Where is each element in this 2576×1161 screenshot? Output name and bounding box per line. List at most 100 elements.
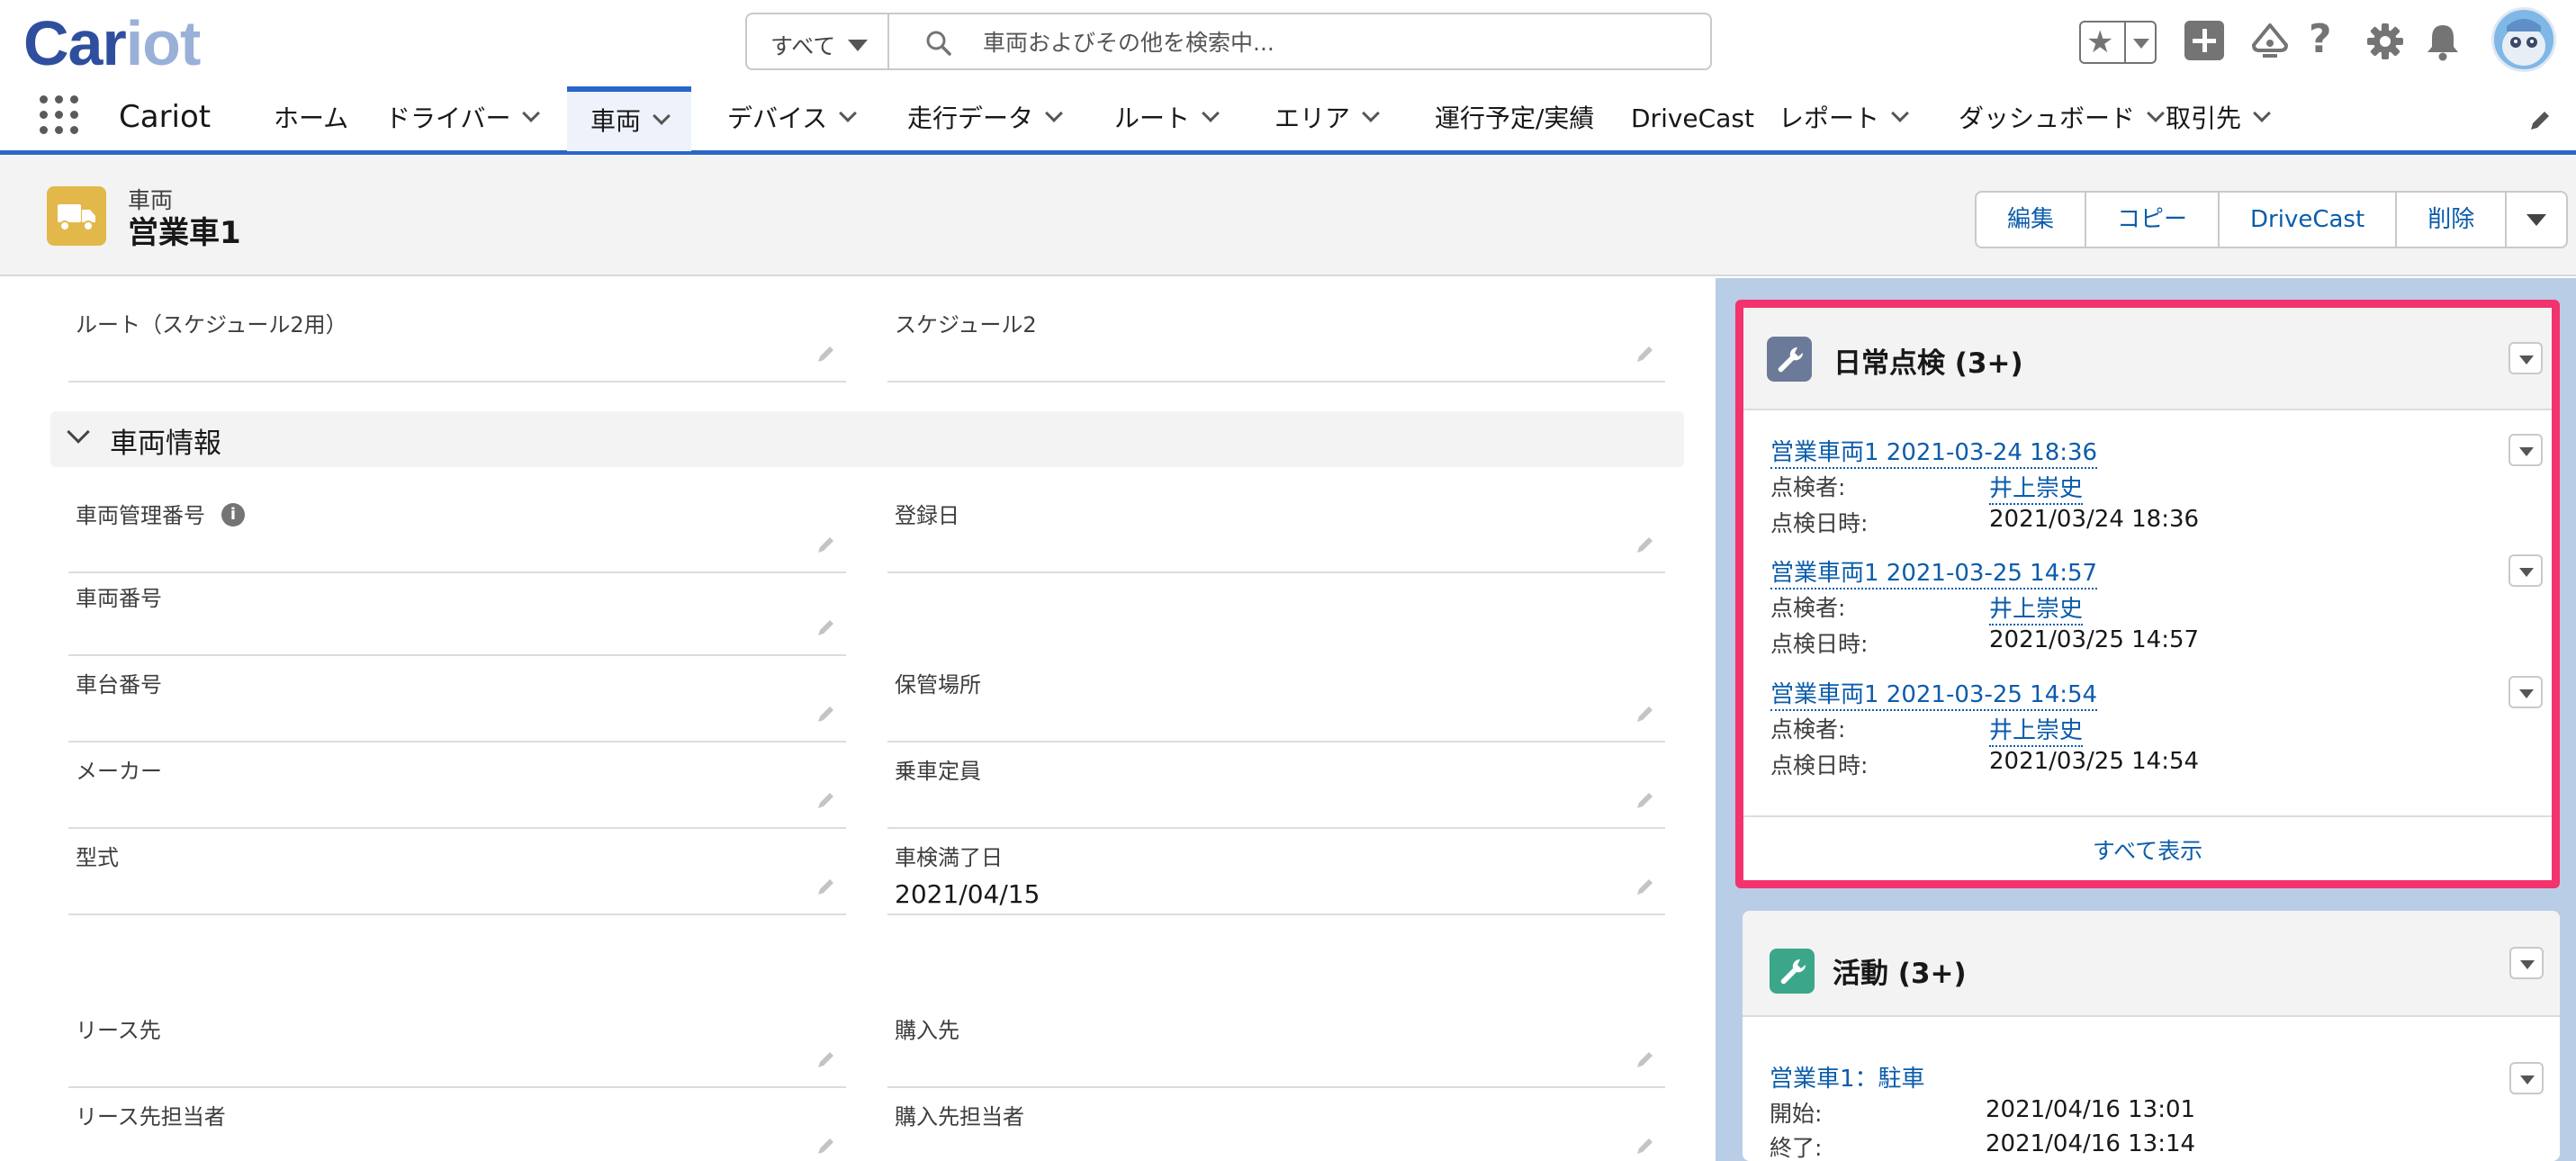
global-search[interactable] <box>887 13 1712 70</box>
nav-item-operation-plan[interactable]: 運行予定/実績 <box>1435 86 1594 151</box>
copy-button[interactable]: コピー <box>2086 193 2220 247</box>
global-actions-add-icon[interactable] <box>2184 21 2224 60</box>
truck-icon <box>47 186 106 246</box>
chevron-down-icon[interactable] <box>1362 104 1380 122</box>
section-header-vehicle-info[interactable]: 車両情報 <box>50 411 1684 467</box>
field-maker: メーカー <box>68 742 846 829</box>
nav-item-label: ホーム <box>274 104 349 133</box>
nav-item-vehicles[interactable]: 車両 <box>567 86 692 151</box>
inspection-datetime-value: 2021/03/25 14:54 <box>1989 748 2200 775</box>
chevron-down-icon[interactable] <box>839 104 858 122</box>
activity-end-label: 終了: <box>1770 1135 1823 1161</box>
nav-item-home[interactable]: ホーム <box>274 86 348 151</box>
card-title[interactable]: 活動 (3+) <box>1833 950 1967 991</box>
help-icon[interactable]: ? <box>2309 16 2332 62</box>
favorites-button[interactable]: ★ <box>2079 21 2157 64</box>
row-menu-button[interactable] <box>2508 554 2543 587</box>
chevron-down-icon[interactable] <box>522 104 541 122</box>
field-lessor: リース先 <box>68 1002 846 1088</box>
search-scope-dropdown[interactable]: すべて <box>745 13 889 70</box>
chevron-down-icon[interactable] <box>2253 104 2271 122</box>
inspector-link[interactable]: 井上崇史 <box>1989 590 2084 626</box>
nav-item-routes[interactable]: ルート <box>1114 86 1220 151</box>
edit-pencil-icon[interactable] <box>815 616 837 642</box>
chevron-down-icon[interactable] <box>653 107 671 125</box>
edit-pencil-icon[interactable] <box>1635 876 1656 901</box>
field-label: 車台番号 <box>76 672 162 698</box>
chevron-down-icon <box>67 420 90 444</box>
inspection-record-link[interactable]: 営業車両1 2021-03-25 14:54 <box>1770 676 2098 711</box>
edit-pencil-icon[interactable] <box>815 534 837 559</box>
field-label: リース先 <box>76 1018 161 1043</box>
chevron-down-icon[interactable] <box>2133 39 2149 49</box>
edit-pencil-icon[interactable] <box>1635 1048 1656 1074</box>
activity-record-link[interactable]: 営業車1：駐車 <box>1770 1060 1925 1094</box>
edit-pencil-icon[interactable] <box>1635 703 1656 728</box>
edit-button[interactable]: 編集 <box>1977 193 2087 247</box>
chevron-down-icon <box>848 40 868 51</box>
edit-pencil-icon[interactable] <box>815 789 837 814</box>
row-menu-button[interactable] <box>2508 676 2543 708</box>
nav-item-driving-data[interactable]: 走行データ <box>907 86 1063 151</box>
row-menu-button[interactable] <box>2508 434 2543 466</box>
app-launcher-icon[interactable] <box>40 95 79 135</box>
chevron-down-icon[interactable] <box>2147 104 2165 122</box>
edit-pencil-icon[interactable] <box>815 1048 837 1074</box>
inspection-datetime-label: 点検日時: <box>1770 752 1869 778</box>
nav-item-drivecast[interactable]: DriveCast <box>1631 86 1754 151</box>
card-menu-button[interactable] <box>2509 947 2544 979</box>
info-icon[interactable]: i <box>221 503 245 526</box>
edit-pencil-icon[interactable] <box>815 1135 837 1160</box>
search-input[interactable] <box>983 25 1667 59</box>
nav-item-drivers[interactable]: ドライバー <box>385 86 541 151</box>
notification-bell-icon[interactable] <box>2421 20 2464 67</box>
chevron-down-icon[interactable] <box>1045 104 1063 122</box>
user-avatar[interactable] <box>2491 7 2556 72</box>
inspector-link[interactable]: 井上崇史 <box>1989 712 2084 747</box>
inspector-link[interactable]: 井上崇史 <box>1989 470 2084 505</box>
edit-pencil-icon[interactable] <box>815 343 837 368</box>
chevron-down-icon[interactable] <box>1891 104 1909 122</box>
nav-item-devices[interactable]: デバイス <box>727 86 858 151</box>
activity-end-value: 2021/04/16 13:14 <box>1986 1130 2196 1157</box>
field-label: 車検満了日 <box>895 845 1003 870</box>
edit-nav-pencil-icon[interactable] <box>2527 108 2553 137</box>
delete-button[interactable]: 削除 <box>2397 193 2508 247</box>
field-value: 2021/04/15 <box>895 879 1040 909</box>
edit-pencil-icon[interactable] <box>1635 789 1656 814</box>
edit-pencil-icon[interactable] <box>1635 343 1656 368</box>
nav-item-label: ルート <box>1114 104 1191 133</box>
inspection-datetime-value: 2021/03/24 18:36 <box>1989 506 2200 533</box>
card-header: 活動 (3+) <box>1743 911 2560 1017</box>
card-menu-button[interactable] <box>2508 342 2543 374</box>
trailhead-icon[interactable] <box>2248 20 2292 67</box>
cariot-logo[interactable]: Cariot <box>23 7 201 79</box>
edit-pencil-icon[interactable] <box>815 703 837 728</box>
chevron-down-icon[interactable] <box>1202 104 1220 122</box>
field-vehicle-number: 車両番号 <box>68 570 846 656</box>
nav-item-reports[interactable]: レポート <box>1779 86 1909 151</box>
nav-item-label: 取引先 <box>2166 104 2242 133</box>
inspector-label: 点検者: <box>1770 474 1846 500</box>
row-menu-button[interactable] <box>2509 1062 2544 1094</box>
field-schedule2: スケジュール2 <box>887 296 1665 382</box>
daily-inspection-related-list: 日常点検 (3+) 営業車両1 2021-03-24 18:36 点検者: 井上… <box>1735 300 2560 888</box>
edit-pencil-icon[interactable] <box>1635 534 1656 559</box>
card-title[interactable]: 日常点検 (3+) <box>1833 340 2023 381</box>
section-title: 車両情報 <box>110 428 221 460</box>
nav-item-label: ダッシュボード <box>1959 104 2136 133</box>
nav-item-areas[interactable]: エリア <box>1274 86 1380 151</box>
gear-icon[interactable] <box>2364 20 2407 67</box>
inspection-record-link[interactable]: 営業車両1 2021-03-24 18:36 <box>1770 434 2098 469</box>
edit-pencil-icon[interactable] <box>1635 1135 1656 1160</box>
view-all-link[interactable]: すべて表示 <box>1743 833 2552 866</box>
edit-pencil-icon[interactable] <box>815 876 837 901</box>
nav-item-dashboards[interactable]: ダッシュボード <box>1959 86 2165 151</box>
field-label: 型式 <box>76 845 119 870</box>
inspection-datetime-label: 点検日時: <box>1770 510 1869 536</box>
drivecast-button[interactable]: DriveCast <box>2220 193 2398 247</box>
more-actions-button[interactable] <box>2507 193 2566 247</box>
field-label: 車両番号 <box>76 586 162 611</box>
nav-item-accounts[interactable]: 取引先 <box>2166 86 2271 151</box>
inspection-record-link[interactable]: 営業車両1 2021-03-25 14:57 <box>1770 554 2098 590</box>
